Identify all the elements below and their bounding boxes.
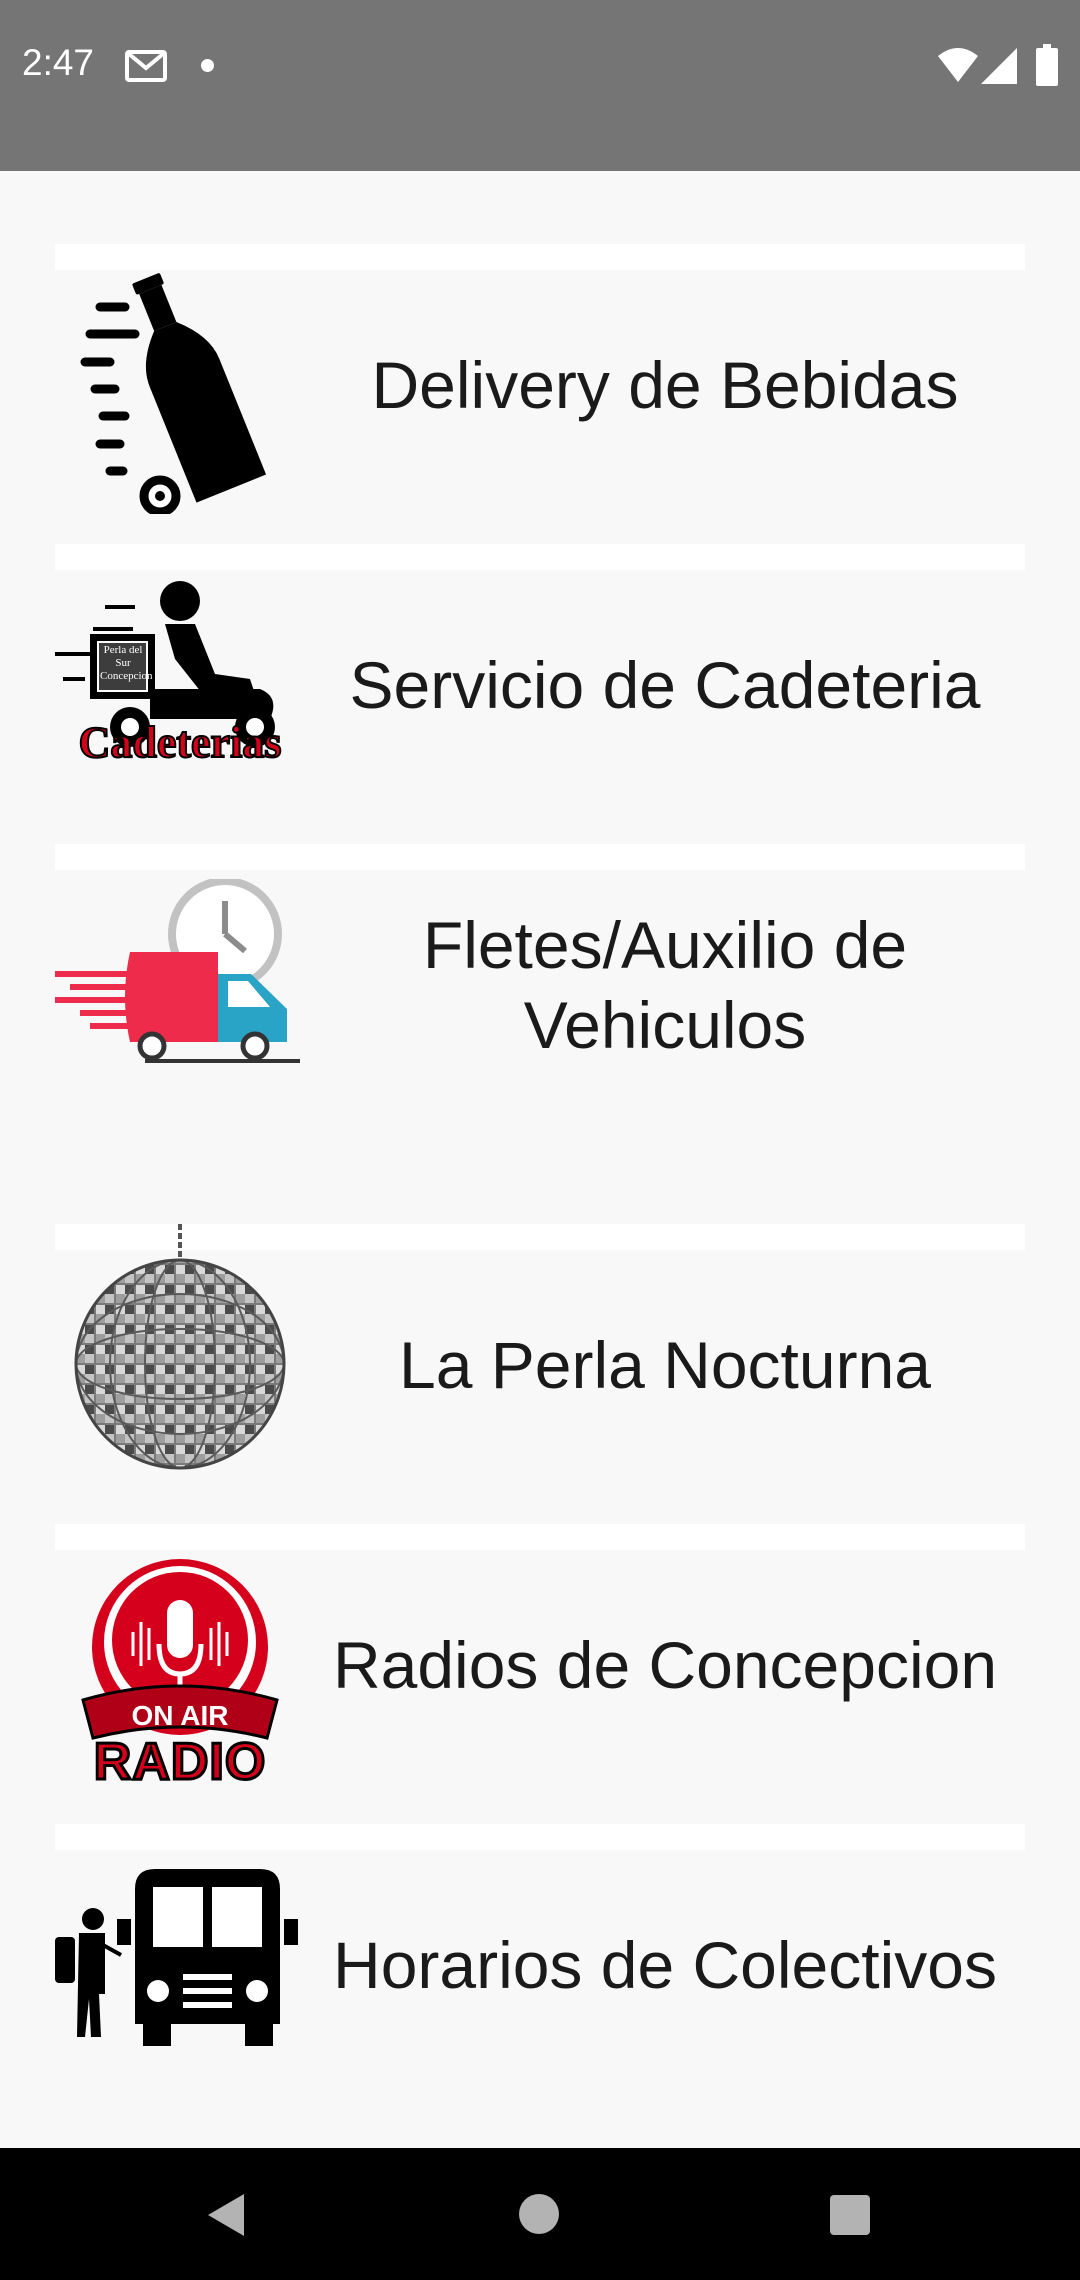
notification-dot-icon — [201, 59, 214, 72]
delivery-truck-icon — [55, 879, 300, 1063]
menu-item-label: La Perla Nocturna — [399, 1328, 931, 1402]
status-time: 2:47 — [22, 42, 95, 83]
on-air-radio-icon: ON AIR RADIO — [55, 1552, 305, 1792]
card-top-strip — [55, 1824, 1025, 1850]
menu-item-label: Servicio de Cadeteria — [349, 648, 981, 722]
menu-item-horarios-colectivos[interactable]: Horarios de Colectivos — [55, 1824, 1025, 2124]
wifi-icon — [938, 48, 978, 82]
menu-item-label: Horarios de Colectivos — [333, 1928, 997, 2002]
cadeterias-caption: Cadeterias — [78, 718, 283, 768]
recents-icon[interactable] — [830, 2195, 870, 2235]
menu-list: Delivery de Bebidas Perla del Sur Concep… — [0, 171, 1080, 2148]
menu-item-servicio-cadeteria[interactable]: Perla del Sur Concepcion Cadeterias Serv… — [55, 544, 1025, 844]
signal-icon — [981, 48, 1017, 84]
menu-item-label: Delivery de Bebidas — [371, 348, 959, 422]
menu-item-radios-concepcion[interactable]: ON AIR RADIO Radios de Concepcion — [55, 1524, 1025, 1824]
disco-ball-icon — [74, 1224, 286, 1470]
bottle-delivery-icon — [80, 273, 267, 514]
on-air-badge: ON AIR — [131, 1700, 229, 1731]
menu-item-label: Radios de Concepcion — [332, 1628, 998, 1702]
menu-item-la-perla-nocturna[interactable]: La Perla Nocturna — [55, 1224, 1025, 1524]
radio-caption: RADIO — [92, 1733, 267, 1792]
gmail-icon — [125, 50, 167, 82]
card-top-strip — [55, 544, 1025, 570]
navigation-bar — [0, 2148, 1080, 2280]
bus-icon — [55, 1869, 298, 2046]
battery-icon — [1036, 44, 1058, 86]
cadeterias-box-text: Perla del Sur Concepcion — [100, 644, 153, 682]
card-top-strip — [55, 844, 1025, 870]
status-bar: 2:47 — [0, 0, 1080, 171]
menu-item-fletes-auxilio[interactable]: Fletes/Auxilio de Vehiculos — [55, 844, 1025, 1224]
menu-item-label: Fletes/Auxilio de Vehiculos — [422, 908, 908, 1062]
home-icon[interactable] — [519, 2194, 559, 2234]
cadeterias-icon: Perla del Sur Concepcion Cadeterias — [55, 579, 305, 769]
card-top-strip — [55, 1524, 1025, 1550]
menu-item-delivery-bebidas[interactable]: Delivery de Bebidas — [55, 244, 1025, 544]
back-icon[interactable] — [204, 2192, 248, 2238]
